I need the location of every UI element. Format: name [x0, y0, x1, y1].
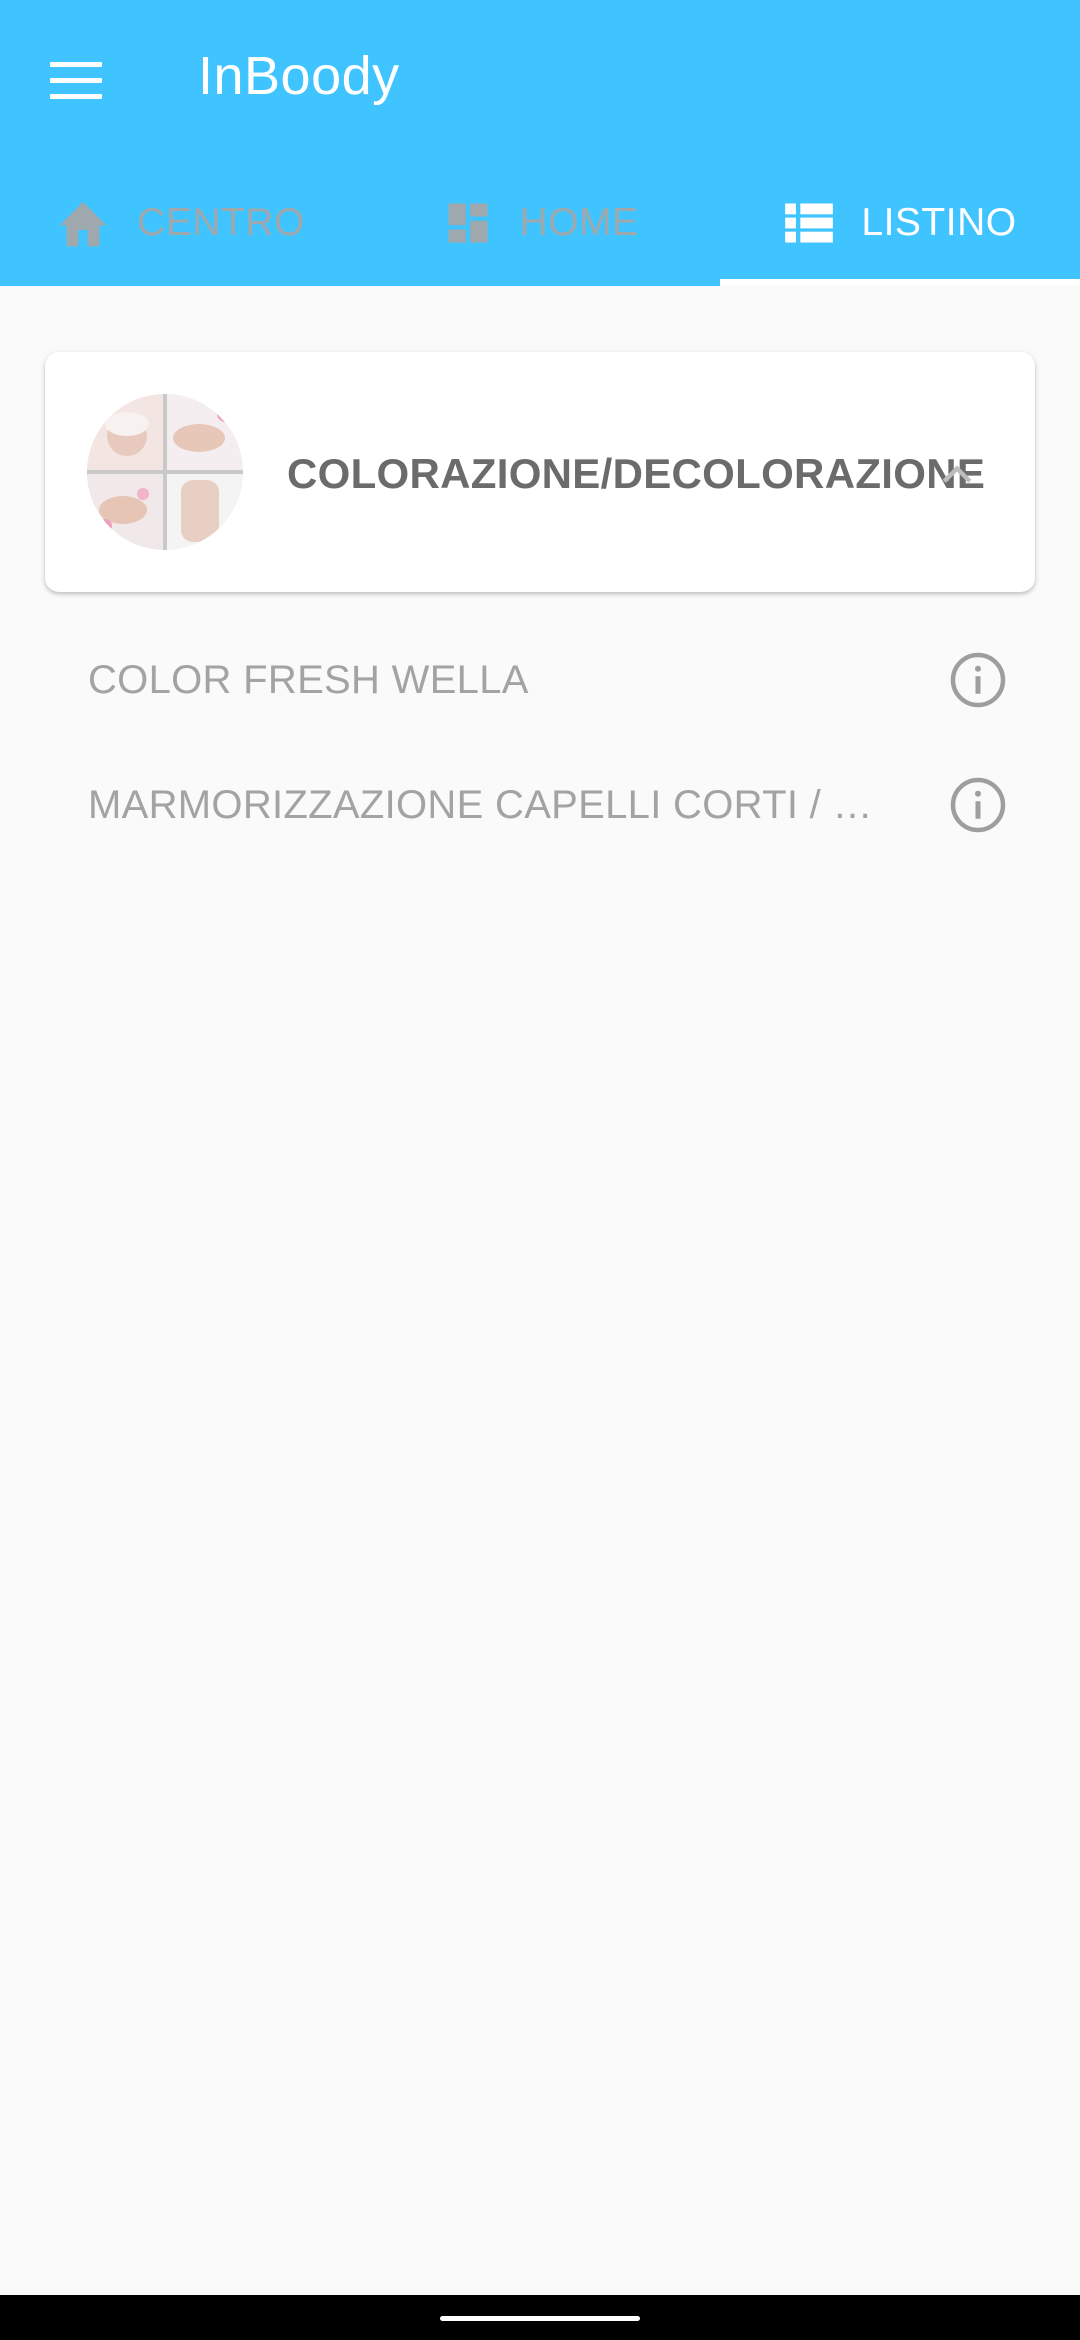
app-bar: InBoody CENTRO HOME LISTINO — [0, 0, 1080, 286]
item-label: COLOR FRESH WELLA — [88, 657, 529, 702]
list-icon — [785, 203, 834, 243]
app-title: InBoody — [198, 46, 400, 106]
chevron-up-icon[interactable] — [935, 452, 979, 496]
list-item[interactable]: MARMORIZZAZIONE CAPELLI CORTI / … — [88, 755, 1008, 855]
tab-label: CENTRO — [137, 201, 305, 244]
home-icon — [59, 202, 107, 247]
tab-home[interactable]: HOME — [360, 160, 720, 286]
category-title: COLORAZIONE/DECOLORAZIONE — [287, 450, 986, 497]
menu-button[interactable] — [42, 46, 112, 108]
info-icon[interactable] — [948, 650, 1008, 710]
category-image — [87, 394, 243, 550]
tab-centro[interactable]: CENTRO — [0, 160, 360, 286]
item-label: MARMORIZZAZIONE CAPELLI CORTI / … — [88, 782, 873, 827]
dashboard-icon — [448, 203, 487, 243]
tab-indicator — [720, 279, 1080, 286]
info-icon[interactable] — [948, 775, 1008, 835]
home-gesture-handle[interactable] — [440, 2316, 640, 2321]
system-navigation-bar — [0, 2295, 1080, 2340]
list-item[interactable]: COLOR FRESH WELLA — [88, 630, 1008, 730]
tab-label: HOME — [519, 201, 639, 244]
tab-listino[interactable]: LISTINO — [720, 160, 1080, 286]
tab-bar: CENTRO HOME LISTINO — [0, 160, 1080, 286]
tab-label: LISTINO — [861, 201, 1017, 244]
category-card[interactable]: COLORAZIONE/DECOLORAZIONE — [45, 352, 1035, 592]
